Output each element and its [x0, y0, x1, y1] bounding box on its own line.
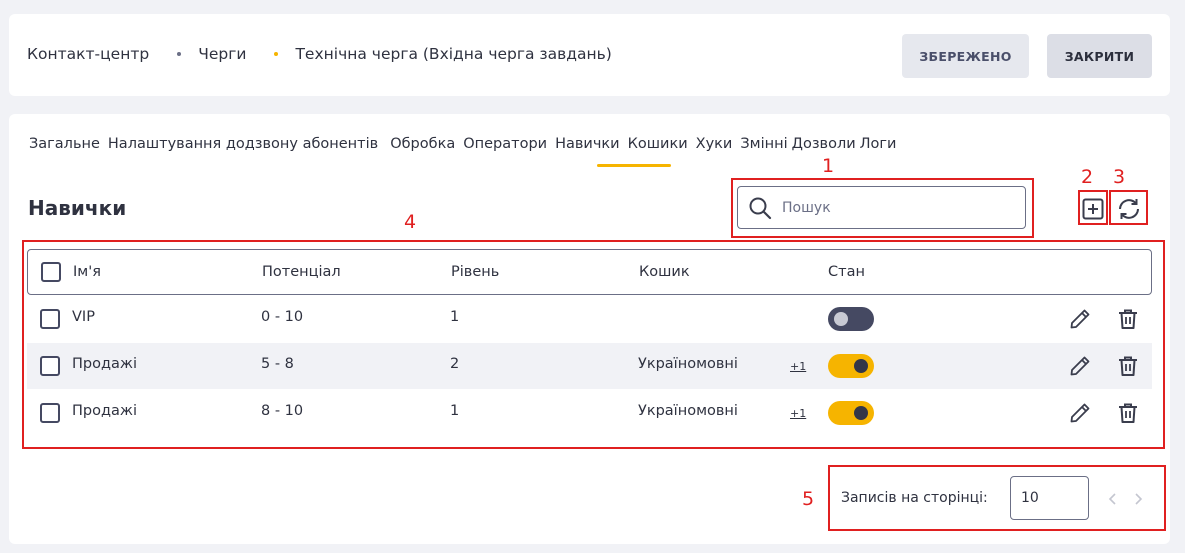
breadcrumb-contact-center[interactable]: Контакт-центр: [27, 45, 149, 63]
active-tab-indicator: [597, 164, 671, 167]
section-title: Навички: [28, 196, 127, 220]
annotation-box-search: [731, 178, 1034, 238]
tab-buckets[interactable]: Кошики: [628, 136, 688, 152]
tab-logs[interactable]: Логи: [860, 136, 897, 152]
tab-operators[interactable]: Оператори: [463, 136, 547, 152]
tab-permissions[interactable]: Дозволи: [792, 136, 856, 152]
tab-processing[interactable]: Обробка: [390, 136, 455, 152]
tab-dial-settings[interactable]: Налаштування додзвону абонентів: [108, 136, 378, 152]
tab-bar: Загальне Налаштування додзвону абонентів…: [29, 136, 904, 152]
tab-hooks[interactable]: Хуки: [696, 136, 733, 152]
annotation-box-refresh: [1109, 190, 1148, 225]
annotation-number-3: 3: [1113, 166, 1126, 188]
tab-skills[interactable]: Навички: [555, 136, 620, 152]
saved-button[interactable]: ЗБЕРЕЖЕНО: [902, 34, 1029, 78]
breadcrumb-separator: [177, 52, 182, 56]
breadcrumb: Контакт-центр Черги Технічна черга (Вхід…: [27, 45, 612, 63]
breadcrumb-current-queue: Технічна черга (Вхідна черга завдань): [295, 45, 612, 63]
tab-general[interactable]: Загальне: [29, 136, 100, 152]
annotation-box-add: [1078, 190, 1108, 225]
close-button[interactable]: ЗАКРИТИ: [1047, 34, 1152, 78]
annotation-number-1: 1: [822, 155, 835, 177]
annotation-number-5: 5: [802, 488, 815, 510]
annotation-number-4: 4: [404, 211, 417, 233]
breadcrumb-queues[interactable]: Черги: [198, 45, 246, 63]
tab-variables[interactable]: Змінні: [740, 136, 787, 152]
annotation-box-table: [22, 240, 1165, 449]
annotation-number-2: 2: [1081, 166, 1094, 188]
breadcrumb-separator-active: [274, 52, 279, 56]
annotation-box-pager: [828, 465, 1166, 531]
header-bar: Контакт-центр Черги Технічна черга (Вхід…: [9, 14, 1170, 96]
